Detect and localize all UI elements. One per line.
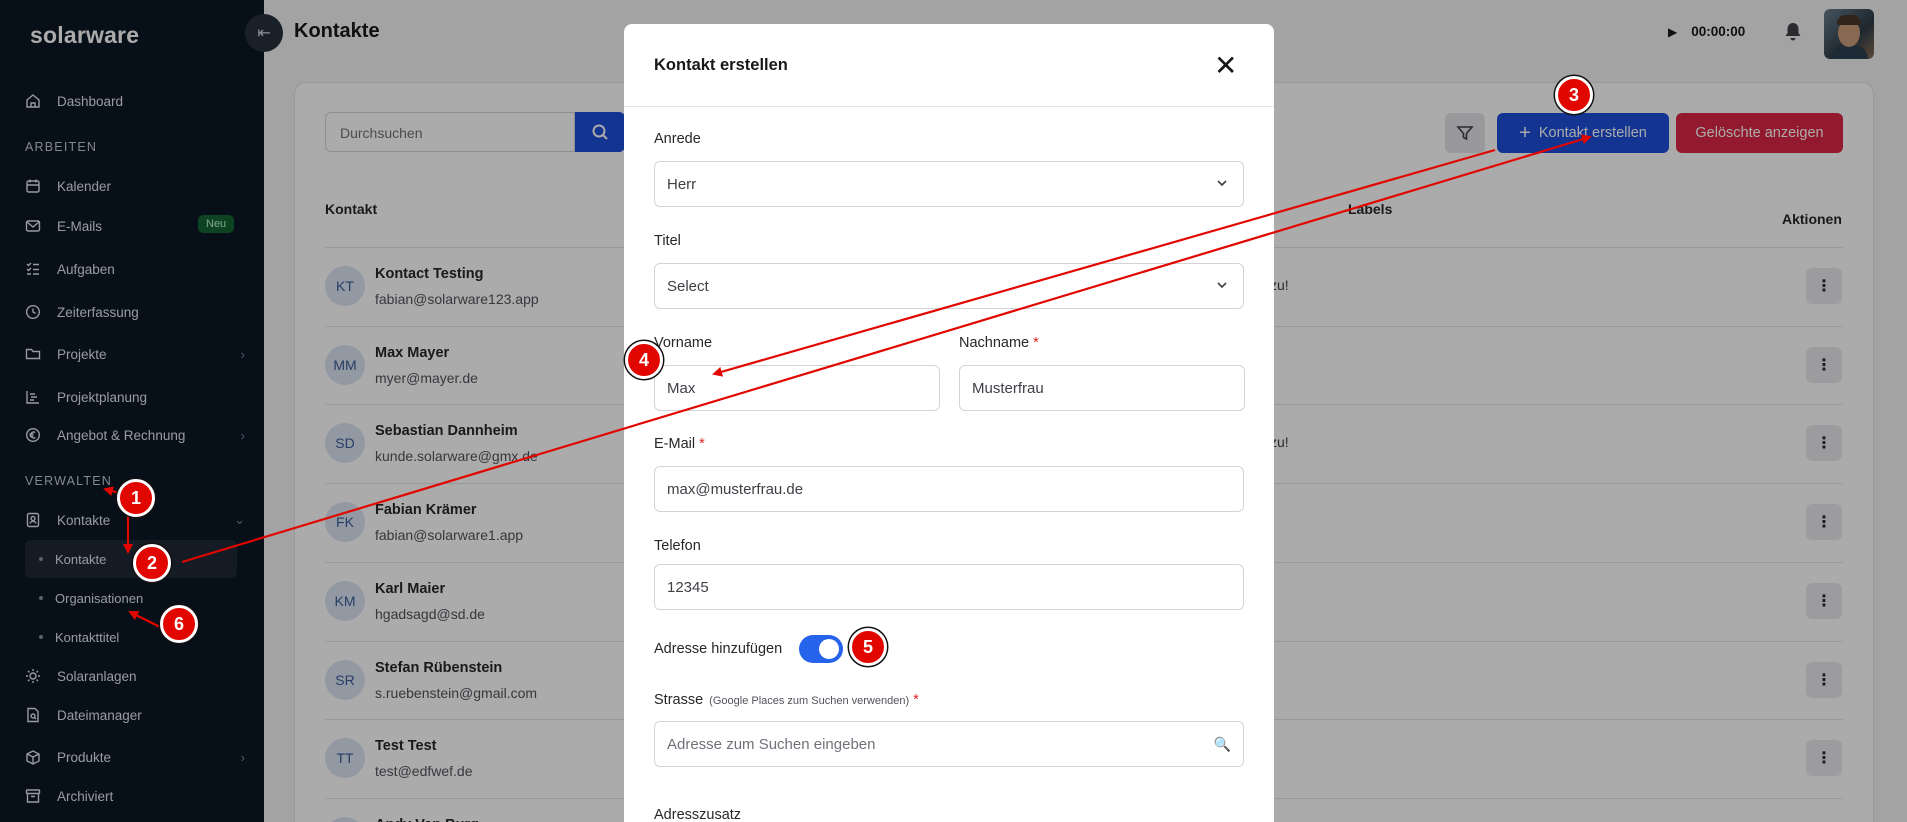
nachname-input[interactable]: Musterfrau <box>959 365 1245 411</box>
step-marker-1: 1 <box>117 479 155 517</box>
search-icon: 🔍 <box>1213 736 1231 752</box>
modal-title: Kontakt erstellen <box>654 56 788 74</box>
step-marker-2: 2 <box>133 544 171 582</box>
telefon-label: Telefon <box>654 538 701 554</box>
divider <box>624 106 1274 107</box>
step-marker-4: 4 <box>625 341 663 379</box>
toggle-knob <box>819 639 839 659</box>
create-contact-modal: Kontakt erstellen ✕ Anrede Herr Titel Se… <box>624 24 1274 822</box>
email-field[interactable]: max@musterfrau.de <box>654 466 1244 512</box>
required-marker: * <box>699 436 705 452</box>
strasse-placeholder: Adresse zum Suchen eingeben <box>667 736 876 753</box>
step-marker-5: 5 <box>849 628 887 666</box>
strasse-hint: (Google Places zum Suchen verwenden) <box>709 695 910 707</box>
vorname-input[interactable]: Max <box>654 365 940 411</box>
strasse-label: Strasse (Google Places zum Suchen verwend… <box>654 692 919 708</box>
telefon-input[interactable]: 12345 <box>654 564 1244 610</box>
step-marker-3: 3 <box>1555 76 1593 114</box>
vorname-label: Vorname <box>654 335 713 351</box>
strasse-search-input[interactable]: Adresse zum Suchen eingeben 🔍 <box>654 721 1244 767</box>
anrede-value: Herr <box>667 176 697 193</box>
adresse-toggle-label: Adresse hinzufügen <box>654 641 783 657</box>
anrede-label: Anrede <box>654 131 701 147</box>
chevron-down-icon <box>1215 278 1229 296</box>
email-label-text: E-Mail <box>654 436 696 452</box>
titel-label: Titel <box>654 233 681 249</box>
strasse-label-text: Strasse <box>654 692 704 708</box>
required-marker: * <box>913 692 919 708</box>
email-label: E-Mail * <box>654 436 705 452</box>
close-icon[interactable]: ✕ <box>1214 52 1237 80</box>
required-marker: * <box>1033 335 1039 351</box>
chevron-down-icon <box>1215 176 1229 194</box>
titel-select[interactable]: Select <box>654 263 1244 309</box>
titel-value: Select <box>667 278 709 295</box>
anrede-select[interactable]: Herr <box>654 161 1244 207</box>
adresszusatz-label: Adresszusatz <box>654 807 742 822</box>
adresse-toggle[interactable] <box>799 635 843 663</box>
nachname-label-text: Nachname <box>959 335 1030 351</box>
nachname-label: Nachname * <box>959 335 1039 351</box>
step-marker-6: 6 <box>160 605 198 643</box>
